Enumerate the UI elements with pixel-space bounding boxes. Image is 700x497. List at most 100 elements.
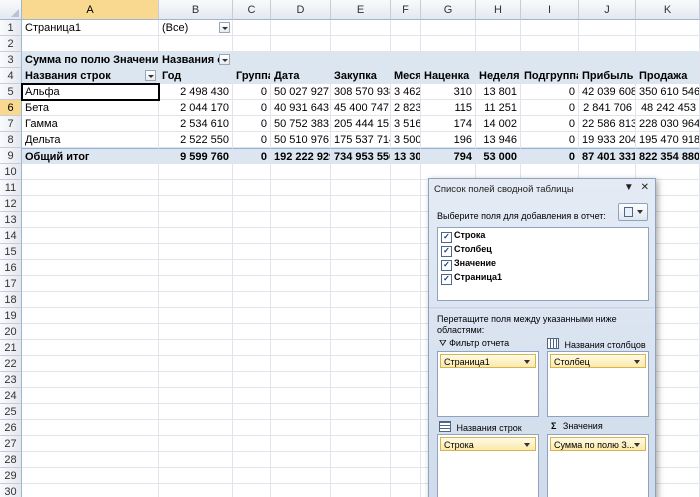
empty-cell[interactable] [331, 420, 391, 436]
empty-cell[interactable] [271, 340, 331, 356]
value-cell[interactable]: 42 039 608 [579, 84, 636, 100]
column-header-j[interactable]: J [579, 0, 636, 20]
empty-cell[interactable] [271, 468, 331, 484]
empty-cell[interactable] [22, 244, 159, 260]
empty-cell[interactable] [22, 404, 159, 420]
column-name-cell[interactable]: Наценка [421, 68, 476, 84]
empty-cell[interactable] [159, 196, 233, 212]
row-header-26[interactable]: 26 [0, 420, 22, 436]
empty-cell[interactable] [159, 180, 233, 196]
empty-cell[interactable] [331, 308, 391, 324]
row-header-17[interactable]: 17 [0, 276, 22, 292]
value-cell[interactable]: 228 030 964 [636, 116, 700, 132]
empty-cell[interactable] [233, 340, 271, 356]
filter-chip[interactable]: Страница1 [440, 354, 536, 368]
empty-cell[interactable] [331, 292, 391, 308]
empty-cell[interactable] [159, 212, 233, 228]
empty-cell[interactable] [22, 340, 159, 356]
empty-cell[interactable] [233, 468, 271, 484]
empty-cell[interactable] [391, 388, 421, 404]
grand-total-value-cell[interactable]: 87 401 331 [579, 148, 636, 164]
row-header-14[interactable]: 14 [0, 228, 22, 244]
empty-cell[interactable] [331, 244, 391, 260]
spreadsheet-grid[interactable]: ABCDEFGHIJK 1 2 3 4 5 6 7 8 9 10 11 12 13 14 15 16 17 18 1… [0, 0, 700, 497]
empty-cell[interactable] [331, 388, 391, 404]
value-cell[interactable]: 11 251 [476, 100, 521, 116]
empty-cell[interactable] [636, 20, 700, 36]
column-name-cell[interactable]: Закупка [331, 68, 391, 84]
field-list-layout-button[interactable] [618, 203, 648, 221]
empty-cell[interactable] [391, 436, 421, 452]
empty-cell[interactable] [22, 276, 159, 292]
empty-cell[interactable] [331, 260, 391, 276]
empty-cell[interactable] [391, 276, 421, 292]
empty-cell[interactable] [331, 20, 391, 36]
grand-total-value-cell[interactable]: 0 [233, 148, 271, 164]
empty-cell[interactable] [271, 36, 331, 52]
row-label-cell[interactable]: Дельта [22, 132, 159, 148]
filter-dropdown-icon[interactable] [219, 22, 230, 33]
row-header-4[interactable]: 4 [0, 68, 22, 84]
empty-cell[interactable] [159, 228, 233, 244]
value-cell[interactable]: 2 498 430 [159, 84, 233, 100]
grand-total-value-cell[interactable]: 9 599 760 [159, 148, 233, 164]
empty-cell[interactable] [391, 196, 421, 212]
column-header-b[interactable]: B [159, 0, 233, 20]
empty-cell[interactable] [233, 180, 271, 196]
empty-cell[interactable] [159, 292, 233, 308]
empty-cell[interactable] [22, 260, 159, 276]
empty-cell[interactable] [331, 484, 391, 497]
row-header-23[interactable]: 23 [0, 372, 22, 388]
header-fill-cell[interactable] [421, 52, 476, 68]
empty-cell[interactable] [391, 468, 421, 484]
value-cell[interactable]: 2 823 [391, 100, 421, 116]
empty-cell[interactable] [331, 164, 391, 180]
empty-cell[interactable] [159, 484, 233, 497]
column-name-cell[interactable]: Группа [233, 68, 271, 84]
empty-cell[interactable] [233, 228, 271, 244]
grand-total-value-cell[interactable]: 13 301 [391, 148, 421, 164]
empty-cell[interactable] [159, 164, 233, 180]
empty-cell[interactable] [391, 420, 421, 436]
column-header-h[interactable]: H [476, 0, 521, 20]
value-cell[interactable]: 48 242 453 [636, 100, 700, 116]
empty-cell[interactable] [271, 420, 331, 436]
empty-cell[interactable] [271, 276, 331, 292]
empty-cell[interactable] [233, 196, 271, 212]
value-cell[interactable]: 196 [421, 132, 476, 148]
field-item-value[interactable]: ✓ Значение [438, 256, 648, 271]
row-header-8[interactable]: 8 [0, 132, 22, 148]
empty-cell[interactable] [421, 20, 476, 36]
empty-cell[interactable] [391, 20, 421, 36]
empty-cell[interactable] [233, 388, 271, 404]
empty-cell[interactable] [391, 292, 421, 308]
column-labels-dropdown-icon[interactable] [219, 54, 230, 65]
filter-label-cell[interactable]: Страница1 [22, 20, 159, 36]
column-header-d[interactable]: D [271, 0, 331, 20]
value-cell[interactable]: 0 [233, 84, 271, 100]
empty-cell[interactable] [233, 452, 271, 468]
empty-cell[interactable] [233, 436, 271, 452]
empty-cell[interactable] [331, 276, 391, 292]
header-fill-cell[interactable] [579, 52, 636, 68]
value-cell[interactable]: 0 [233, 132, 271, 148]
empty-cell[interactable] [391, 308, 421, 324]
empty-cell[interactable] [233, 212, 271, 228]
value-cell[interactable]: 50 027 927 [271, 84, 331, 100]
row-header-29[interactable]: 29 [0, 468, 22, 484]
empty-cell[interactable] [233, 420, 271, 436]
header-fill-cell[interactable] [391, 52, 421, 68]
value-cell[interactable]: 0 [521, 100, 579, 116]
column-labels-area[interactable]: Столбец [547, 351, 649, 417]
value-cell[interactable]: 175 537 714 [331, 132, 391, 148]
column-header-i[interactable]: I [521, 0, 579, 20]
row-header-22[interactable]: 22 [0, 356, 22, 372]
empty-cell[interactable] [331, 372, 391, 388]
grand-total-value-cell[interactable]: 822 354 880 [636, 148, 700, 164]
empty-cell[interactable] [159, 276, 233, 292]
header-fill-cell[interactable] [271, 52, 331, 68]
column-header-e[interactable]: E [331, 0, 391, 20]
empty-cell[interactable] [271, 180, 331, 196]
empty-cell[interactable] [233, 356, 271, 372]
empty-cell[interactable] [521, 36, 579, 52]
